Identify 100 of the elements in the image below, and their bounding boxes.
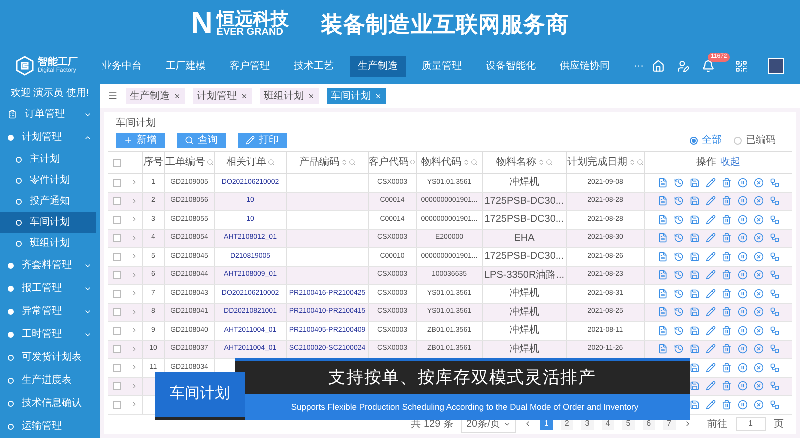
- sidebar-item[interactable]: 工时管理: [0, 323, 100, 346]
- search-icon[interactable]: [348, 159, 356, 166]
- pause-icon[interactable]: [738, 326, 748, 336]
- close-circle-icon[interactable]: [754, 344, 764, 354]
- clock-arrow-icon[interactable]: [674, 252, 684, 262]
- expand-icon[interactable]: [130, 364, 138, 372]
- notification-icon[interactable]: [702, 60, 715, 72]
- search-icon[interactable]: [268, 159, 274, 166]
- sort-icon[interactable]: [462, 159, 470, 166]
- close-circle-icon[interactable]: [754, 307, 764, 318]
- sort-icon[interactable]: [628, 159, 636, 166]
- document-icon[interactable]: [658, 326, 668, 336]
- pause-icon[interactable]: [738, 233, 748, 244]
- expand-icon[interactable]: [130, 216, 138, 224]
- document-icon[interactable]: [658, 307, 668, 318]
- sort-icon[interactable]: [340, 159, 348, 166]
- pause-icon[interactable]: [738, 362, 748, 373]
- row-checkbox[interactable]: [113, 252, 121, 261]
- flow-icon[interactable]: [770, 344, 780, 354]
- delete-icon[interactable]: [722, 178, 732, 188]
- pause-icon[interactable]: [738, 252, 748, 262]
- sidebar-item[interactable]: 可发货计划表: [0, 346, 100, 369]
- edit-icon[interactable]: [706, 344, 716, 354]
- delete-icon[interactable]: [722, 381, 732, 392]
- close-circle-icon[interactable]: [754, 362, 764, 373]
- delete-icon[interactable]: [722, 233, 732, 244]
- edit-icon[interactable]: [706, 400, 716, 410]
- row-checkbox[interactable]: [113, 216, 121, 224]
- sidebar-item[interactable]: 生产进度表: [0, 369, 100, 392]
- expand-icon[interactable]: [130, 179, 138, 186]
- edit-icon[interactable]: [706, 178, 716, 188]
- close-circle-icon[interactable]: [754, 400, 764, 410]
- search-icon[interactable]: [546, 159, 552, 166]
- edit-icon[interactable]: [706, 362, 716, 373]
- close-circle-icon[interactable]: [754, 326, 764, 336]
- search-icon[interactable]: [470, 159, 478, 166]
- pause-icon[interactable]: [738, 288, 748, 299]
- clock-arrow-icon[interactable]: [674, 326, 684, 336]
- delete-icon[interactable]: [722, 288, 732, 299]
- document-icon[interactable]: [658, 196, 668, 206]
- row-checkbox[interactable]: [113, 400, 121, 409]
- edit-icon[interactable]: [706, 233, 716, 244]
- flow-icon[interactable]: [770, 307, 780, 318]
- sidebar-item[interactable]: 报工管理: [0, 277, 100, 300]
- page-tab[interactable]: 班组计划: [260, 88, 319, 104]
- collapse-link[interactable]: 收起: [720, 155, 740, 170]
- close-circle-icon[interactable]: [754, 214, 764, 225]
- close-icon[interactable]: [241, 92, 248, 100]
- flow-icon[interactable]: [770, 288, 780, 299]
- flow-icon[interactable]: [770, 270, 780, 280]
- toolbar-button[interactable]: 打印: [238, 133, 287, 148]
- nav-item[interactable]: 生产制造: [350, 56, 406, 76]
- page-tab[interactable]: 计划管理: [193, 88, 252, 104]
- toolbar-button[interactable]: 新增: [116, 133, 165, 148]
- flow-icon[interactable]: [770, 400, 780, 410]
- document-icon[interactable]: [658, 344, 668, 354]
- save-icon[interactable]: [690, 381, 700, 392]
- sidebar-subitem[interactable]: 班组计划: [0, 233, 96, 254]
- flow-icon[interactable]: [770, 233, 780, 244]
- expand-icon[interactable]: [130, 327, 138, 334]
- edit-icon[interactable]: [706, 196, 716, 206]
- document-icon[interactable]: [658, 252, 668, 262]
- sort-icon[interactable]: [538, 159, 544, 166]
- sidebar-subitem[interactable]: 主计划: [0, 149, 96, 170]
- document-icon[interactable]: [658, 288, 668, 299]
- page-tab[interactable]: 生产制造: [126, 88, 185, 104]
- edit-icon[interactable]: [706, 252, 716, 262]
- search-icon[interactable]: [206, 159, 214, 166]
- close-circle-icon[interactable]: [754, 288, 764, 299]
- sidebar-item[interactable]: 订单管理: [0, 103, 100, 126]
- flow-icon[interactable]: [770, 381, 780, 392]
- clock-arrow-icon[interactable]: [674, 344, 684, 354]
- row-checkbox[interactable]: [113, 364, 121, 372]
- edit-icon[interactable]: [706, 288, 716, 299]
- flow-icon[interactable]: [770, 196, 780, 206]
- row-checkbox[interactable]: [113, 326, 121, 335]
- document-icon[interactable]: [658, 178, 668, 188]
- expand-icon[interactable]: [130, 401, 138, 408]
- flow-icon[interactable]: [770, 178, 780, 188]
- qr-code-icon[interactable]: [735, 60, 748, 72]
- edit-icon[interactable]: [706, 381, 716, 392]
- avatar[interactable]: [768, 58, 784, 74]
- pause-icon[interactable]: [738, 400, 748, 410]
- flow-icon[interactable]: [770, 362, 780, 373]
- expand-icon[interactable]: [130, 308, 138, 316]
- row-checkbox[interactable]: [113, 345, 121, 354]
- flow-icon[interactable]: [770, 326, 780, 336]
- sidebar-item[interactable]: 齐套料管理: [0, 254, 100, 277]
- edit-icon[interactable]: [706, 214, 716, 225]
- expand-icon[interactable]: [130, 198, 138, 205]
- close-circle-icon[interactable]: [754, 381, 764, 392]
- close-circle-icon[interactable]: [754, 196, 764, 206]
- delete-icon[interactable]: [722, 400, 732, 410]
- row-checkbox[interactable]: [113, 234, 121, 242]
- clock-arrow-icon[interactable]: [674, 270, 684, 280]
- clock-arrow-icon[interactable]: [674, 307, 684, 318]
- edit-icon[interactable]: [706, 326, 716, 336]
- nav-item[interactable]: 技术工艺: [286, 56, 342, 76]
- nav-item[interactable]: 业务中台: [94, 56, 150, 76]
- expand-icon[interactable]: [130, 382, 138, 390]
